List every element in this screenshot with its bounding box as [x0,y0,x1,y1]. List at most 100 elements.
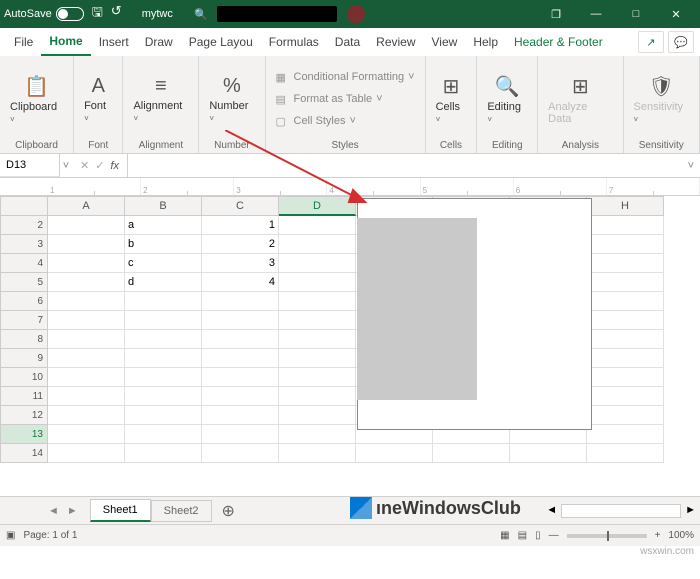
cell[interactable]: d [125,273,202,292]
scroll-left-icon[interactable]: ◄ [546,504,557,518]
document-name[interactable]: mytwc [142,8,173,20]
clipboard-button[interactable]: 📋Clipboard [6,72,67,127]
user-avatar[interactable] [347,5,365,23]
cell[interactable] [48,311,125,330]
cell[interactable] [48,425,125,444]
cell[interactable] [279,406,356,425]
cell[interactable] [279,254,356,273]
row-header[interactable]: 6 [0,292,48,311]
number-button[interactable]: %Number [205,73,258,126]
scroll-right-icon[interactable]: ► [685,504,696,518]
tab-help[interactable]: Help [465,28,506,56]
cell[interactable]: b [125,235,202,254]
cell[interactable] [587,311,664,330]
cell[interactable] [433,444,510,463]
cell[interactable] [202,330,279,349]
cell[interactable] [48,330,125,349]
tab-home[interactable]: Home [41,28,90,56]
cancel-icon[interactable]: ✕ [80,159,89,172]
cell[interactable] [202,406,279,425]
cell[interactable] [279,368,356,387]
cell[interactable] [48,349,125,368]
sheet-tab-active[interactable]: Sheet1 [90,499,151,522]
row-header[interactable]: 13 [0,425,48,444]
col-header[interactable]: A [48,196,125,216]
col-header[interactable]: B [125,196,202,216]
minimize-button[interactable]: — [576,0,616,28]
zoom-in-icon[interactable]: + [655,530,661,541]
cell[interactable] [587,425,664,444]
cell[interactable] [125,444,202,463]
name-box-dropdown[interactable]: ˅ [60,160,72,172]
row-header[interactable]: 2 [0,216,48,235]
select-all-corner[interactable] [0,196,48,216]
cell[interactable] [202,368,279,387]
cell[interactable] [202,444,279,463]
row-header[interactable]: 12 [0,406,48,425]
tab-file[interactable]: File [6,28,41,56]
fx-icon[interactable]: fx [110,160,119,172]
tab-header-footer[interactable]: Header & Footer [506,28,611,56]
cell[interactable] [279,349,356,368]
record-macro-icon[interactable]: ▣ [6,530,15,541]
cell[interactable] [125,425,202,444]
cell[interactable] [125,406,202,425]
cell[interactable] [48,444,125,463]
tab-data[interactable]: Data [327,28,368,56]
tab-nav-next[interactable]: ► [67,505,78,517]
enter-icon[interactable]: ✓ [95,159,104,172]
conditional-formatting-button[interactable]: ▦Conditional Formatting ˅ [276,68,415,87]
cell[interactable] [279,425,356,444]
expand-formula-bar[interactable]: ˅ [682,160,700,172]
cell[interactable] [202,349,279,368]
font-button[interactable]: AFont [80,73,116,126]
search-icon[interactable]: 🔍 [193,8,209,21]
comments-button[interactable]: 💬 [668,31,694,53]
cell[interactable] [125,292,202,311]
toggle-switch[interactable] [56,7,84,21]
cell[interactable] [125,311,202,330]
cell[interactable] [356,444,433,463]
cell[interactable] [587,387,664,406]
row-header[interactable]: 5 [0,273,48,292]
zoom-slider[interactable] [567,534,647,538]
close-button[interactable]: ✕ [656,0,696,28]
normal-view-icon[interactable]: ▦ [500,530,509,541]
alignment-button[interactable]: ≡Alignment [129,73,192,126]
cell[interactable] [279,292,356,311]
cell[interactable] [587,254,664,273]
cell[interactable] [48,387,125,406]
cell[interactable] [279,330,356,349]
sheet-tab[interactable]: Sheet2 [151,500,212,522]
cell[interactable] [48,292,125,311]
row-header[interactable]: 10 [0,368,48,387]
cell[interactable] [48,273,125,292]
cell[interactable] [279,235,356,254]
zoom-out-icon[interactable]: — [549,530,559,541]
tab-draw[interactable]: Draw [137,28,181,56]
cell[interactable] [202,425,279,444]
col-header[interactable]: H [587,196,664,216]
cell[interactable] [48,254,125,273]
cell[interactable] [202,292,279,311]
cell[interactable] [587,444,664,463]
zoom-level[interactable]: 100% [668,530,694,541]
tab-view[interactable]: View [424,28,466,56]
cell[interactable] [125,349,202,368]
cell[interactable] [587,216,664,235]
row-header[interactable]: 11 [0,387,48,406]
cell[interactable] [48,235,125,254]
cell[interactable] [279,273,356,292]
autosave-toggle[interactable]: AutoSave [4,7,84,21]
analyze-data-button[interactable]: ⊞Analyze Data [544,72,616,127]
sensitivity-button[interactable]: 🛡Sensitivity [630,72,693,127]
cell[interactable]: 3 [202,254,279,273]
cell[interactable]: 2 [202,235,279,254]
cell[interactable] [279,311,356,330]
cell-styles-button[interactable]: ▢Cell Styles ˅ [276,112,356,131]
cell[interactable] [587,273,664,292]
row-header[interactable]: 14 [0,444,48,463]
editing-button[interactable]: 🔍Editing [483,72,531,127]
cell[interactable] [279,444,356,463]
picture-object[interactable] [357,218,477,400]
